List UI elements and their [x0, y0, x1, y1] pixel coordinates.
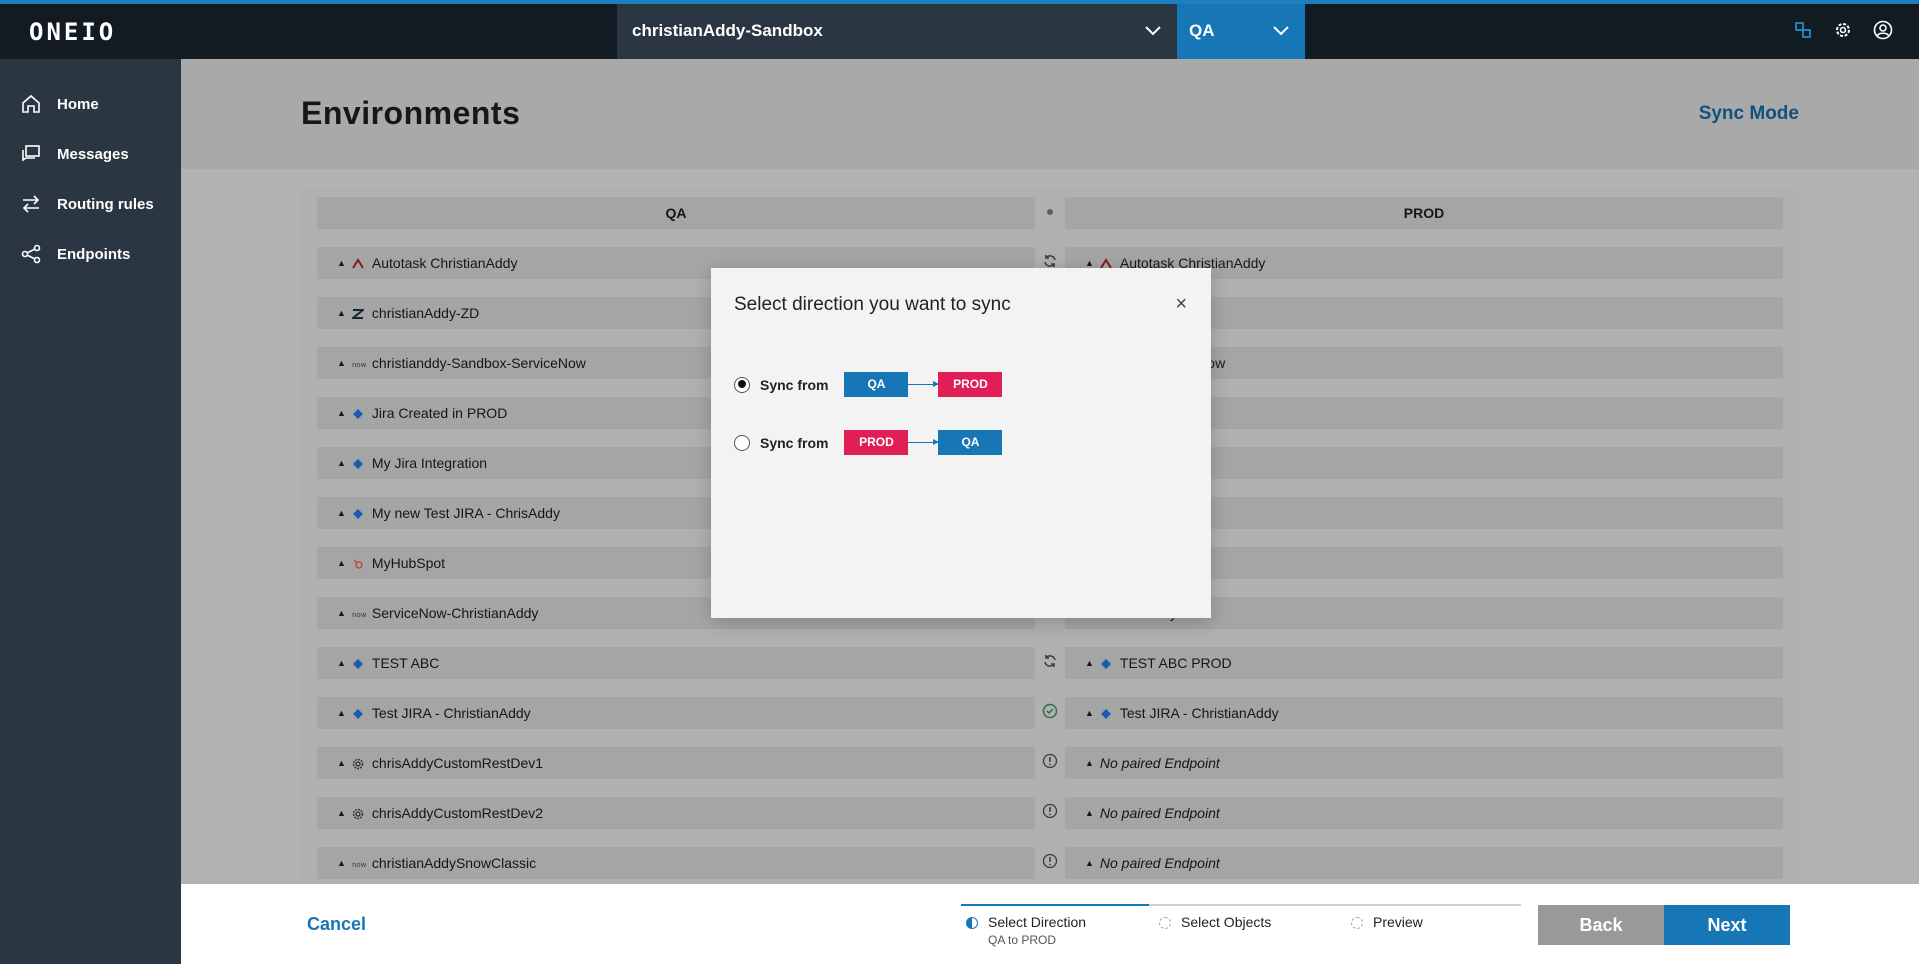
next-button[interactable]: Next: [1664, 905, 1790, 945]
step-select-direction[interactable]: Select Direction QA to PROD: [966, 914, 1086, 947]
oneio-logo[interactable]: ONEIO: [29, 18, 116, 46]
sidebar-item-messages[interactable]: Messages: [0, 129, 181, 179]
to-badge: PROD: [938, 372, 1003, 397]
back-button[interactable]: Back: [1538, 905, 1664, 945]
sidebar-item-label: Endpoints: [57, 245, 131, 263]
workspace-select[interactable]: christianAddy-Sandbox: [617, 4, 1177, 59]
close-icon[interactable]: ×: [1175, 293, 1187, 316]
top-icons: [1793, 20, 1893, 40]
top-bar: ONEIO christianAddy-Sandbox QA: [0, 0, 1919, 59]
arrow-right-icon: [908, 439, 940, 445]
gear-icon[interactable]: [1833, 20, 1853, 40]
steps-progress: [961, 904, 1521, 906]
sync-from-label: Sync from: [760, 376, 829, 393]
radio-qa-to-prod[interactable]: [734, 376, 750, 393]
step-preview[interactable]: Preview: [1351, 914, 1423, 930]
wizard-steps: Select Direction QA to PROD Select Objec…: [961, 904, 1521, 947]
from-badge: PROD: [844, 430, 909, 455]
user-icon[interactable]: [1873, 20, 1893, 40]
step-active-icon: [966, 917, 978, 929]
environment-name: QA: [1189, 21, 1215, 40]
arrow-right-icon: [908, 381, 940, 387]
sidebar: Home Messages Routing rules Endpoints: [0, 59, 181, 964]
sync-from-label: Sync from: [760, 434, 829, 451]
modal-title: Select direction you want to sync: [734, 294, 1011, 315]
sync-option-qa-to-prod[interactable]: Sync from QA PROD: [734, 372, 1003, 397]
chevron-down-icon: [1145, 26, 1161, 36]
sidebar-item-endpoints[interactable]: Endpoints: [0, 229, 181, 279]
step-pending-icon: [1159, 917, 1171, 929]
step-label: Select Objects: [1181, 914, 1272, 930]
sync-mode-icon[interactable]: [1793, 20, 1813, 40]
step-label: Select Direction: [988, 914, 1087, 930]
environment-select[interactable]: QA: [1177, 4, 1305, 59]
radio-prod-to-qa[interactable]: [734, 434, 750, 451]
sidebar-item-routing-rules[interactable]: Routing rules: [0, 179, 181, 229]
step-select-objects[interactable]: Select Objects: [1159, 914, 1271, 930]
endpoints-icon: [21, 244, 41, 264]
from-badge: QA: [844, 372, 909, 397]
step-label: Preview: [1373, 914, 1423, 930]
wizard-footer: Cancel Select Direction QA to PROD Selec…: [181, 884, 1919, 964]
sidebar-item-label: Home: [57, 95, 99, 113]
to-badge: QA: [938, 430, 1003, 455]
home-icon: [22, 94, 40, 113]
step-pending-icon: [1351, 917, 1363, 929]
workspace-name: christianAddy-Sandbox: [632, 21, 823, 40]
sync-direction-modal: Select direction you want to sync × Sync…: [711, 268, 1211, 618]
sidebar-item-label: Routing rules: [57, 195, 154, 213]
cancel-button[interactable]: Cancel: [307, 914, 366, 935]
sync-option-prod-to-qa[interactable]: Sync from PROD QA: [734, 430, 1003, 455]
messages-icon: [22, 145, 40, 162]
chevron-down-icon: [1273, 26, 1289, 36]
step-sub: QA to PROD: [988, 933, 1057, 947]
sidebar-item-label: Messages: [57, 145, 129, 163]
sidebar-item-home[interactable]: Home: [0, 79, 181, 129]
routing-icon: [22, 195, 40, 213]
